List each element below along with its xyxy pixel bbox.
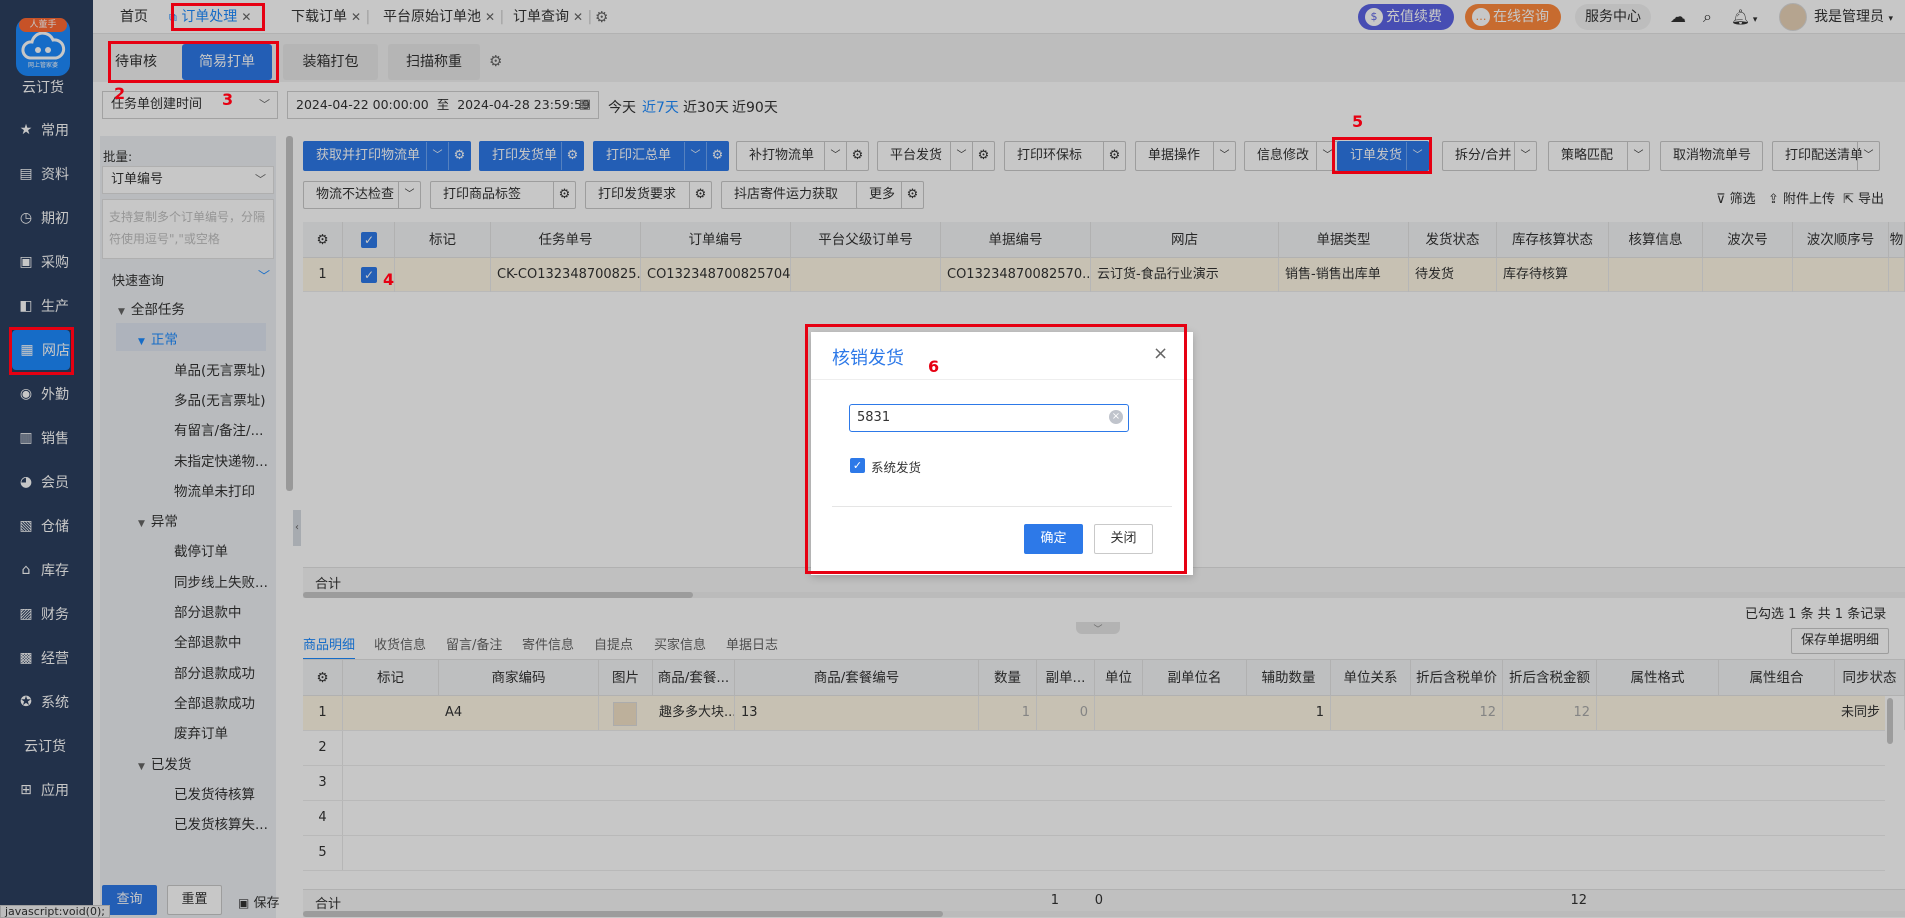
close-button[interactable]: 关闭 [1094,524,1153,554]
annotation-number: 2 [114,84,126,103]
divider [832,506,1172,507]
clear-input-icon[interactable]: × [1109,410,1123,424]
close-icon[interactable]: × [1153,343,1168,364]
system-ship-label: 系统发货 [871,460,922,475]
confirm-button[interactable]: 确定 [1024,524,1083,554]
annotation-number: 4 [383,270,395,289]
annotation-number: 6 [928,357,940,376]
annotation-number: 3 [222,90,234,109]
annotation-number: 5 [1352,112,1364,131]
barcode-input[interactable]: 5831 × [849,404,1129,432]
verify-ship-dialog: 核销发货 × 5831 × ✓ 系统发货 确定 关闭 [811,332,1193,575]
dialog-title: 核销发货 [832,348,904,369]
